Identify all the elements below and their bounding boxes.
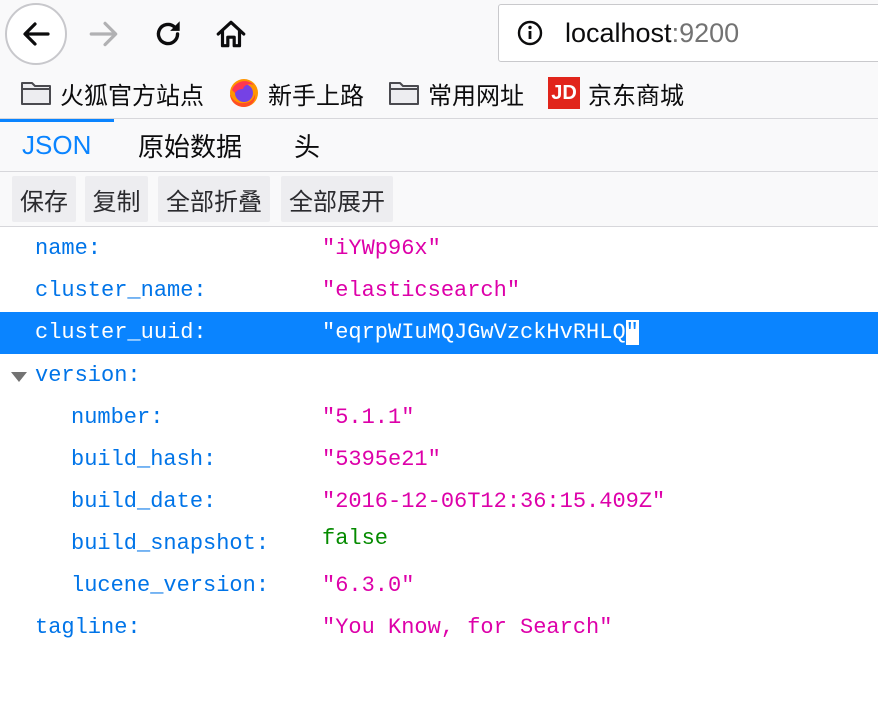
url-bar[interactable]: localhost:9200: [498, 4, 878, 62]
bookmark-common-sites[interactable]: 常用网址: [388, 76, 524, 110]
json-row-number[interactable]: number: "5.1.1": [0, 397, 878, 439]
json-row-cluster-uuid[interactable]: cluster_uuid: "eqrpWIuMQJGwVzckHvRHLQ": [0, 312, 878, 354]
json-row-build-hash[interactable]: build_hash: "5395e21": [0, 439, 878, 481]
folder-icon: [388, 77, 420, 109]
json-value: "6.3.0": [322, 573, 415, 598]
json-key: build_hash:: [71, 447, 217, 472]
back-button[interactable]: [5, 3, 67, 65]
json-value: "elasticsearch": [322, 278, 521, 303]
viewer-actions: 保存 复制 全部折叠 全部展开: [0, 172, 878, 227]
json-row-lucene-version[interactable]: lucene_version: "6.3.0": [0, 565, 878, 607]
json-value: "eqrpWIuMQJGwVzckHvRHLQ": [322, 320, 639, 345]
jd-logo-text: JD: [551, 81, 577, 104]
reload-button[interactable]: [148, 14, 188, 54]
save-button[interactable]: 保存: [12, 176, 76, 222]
tab-raw-data[interactable]: 原始数据: [138, 119, 242, 171]
arrow-right-icon: [89, 21, 118, 47]
json-row-name[interactable]: name: "iYWp96x": [0, 228, 878, 270]
json-key: number:: [71, 405, 164, 430]
info-icon[interactable]: [517, 20, 543, 46]
bookmark-label: 京东商城: [588, 82, 684, 110]
json-value: "5.1.1": [322, 405, 415, 430]
json-row-tagline[interactable]: tagline: "You Know, for Search": [0, 607, 878, 649]
json-row-build-snapshot[interactable]: build_snapshot: false: [0, 523, 878, 565]
expand-all-button[interactable]: 全部展开: [281, 176, 393, 222]
json-value-text: "eqrpWIuMQJGwVzckHvRHLQ: [322, 320, 626, 345]
json-value: "5395e21": [322, 447, 441, 472]
text-cursor-highlight: ": [625, 320, 639, 345]
json-value: "iYWp96x": [322, 236, 441, 261]
bookmark-firefox-official[interactable]: 火狐官方站点: [20, 76, 204, 110]
jd-logo-icon: JD: [548, 77, 580, 109]
json-row-cluster-name[interactable]: cluster_name: "elasticsearch": [0, 270, 878, 312]
json-key: cluster_name:: [35, 278, 207, 303]
json-value: "2016-12-06T12:36:15.409Z": [322, 489, 666, 514]
arrow-left-icon: [23, 22, 50, 46]
bookmarks-bar: 火狐官方站点 新手上路 常用网址 JD 京东商城: [0, 68, 878, 119]
folder-icon: [20, 77, 52, 109]
url-host: localhost: [565, 18, 672, 48]
json-row-version[interactable]: version:: [0, 355, 878, 397]
tab-json[interactable]: JSON: [22, 119, 91, 171]
home-button[interactable]: [211, 14, 251, 54]
url-port: :9200: [671, 18, 740, 48]
json-key: version:: [35, 363, 141, 388]
json-key: lucene_version:: [71, 573, 270, 598]
browser-toolbar: localhost:9200: [0, 0, 878, 68]
json-key: build_date:: [71, 489, 217, 514]
tab-headers[interactable]: 头: [294, 119, 320, 171]
json-row-build-date[interactable]: build_date: "2016-12-06T12:36:15.409Z": [0, 481, 878, 523]
reload-icon: [156, 21, 180, 46]
collapse-all-button[interactable]: 全部折叠: [158, 176, 270, 222]
bookmark-label: 新手上路: [268, 82, 364, 110]
bookmark-label: 常用网址: [428, 82, 524, 110]
json-value: "You Know, for Search": [322, 615, 613, 640]
bookmark-getting-started[interactable]: 新手上路: [228, 76, 364, 110]
json-key: tagline:: [35, 615, 141, 640]
copy-button[interactable]: 复制: [85, 176, 148, 222]
forward-button[interactable]: [84, 14, 124, 54]
home-icon: [216, 20, 246, 48]
json-key: name:: [35, 236, 102, 261]
json-key: build_snapshot:: [71, 531, 270, 556]
json-key: cluster_uuid:: [35, 320, 207, 345]
url-text[interactable]: localhost:9200: [565, 18, 739, 49]
bookmark-label: 火狐官方站点: [60, 82, 204, 110]
firefox-icon: [228, 77, 260, 109]
json-value: false: [322, 526, 389, 551]
expand-toggle-icon[interactable]: [11, 372, 27, 382]
bookmark-jd-mall[interactable]: JD 京东商城: [548, 76, 684, 110]
viewer-tabs: JSON 原始数据 头: [0, 119, 878, 172]
